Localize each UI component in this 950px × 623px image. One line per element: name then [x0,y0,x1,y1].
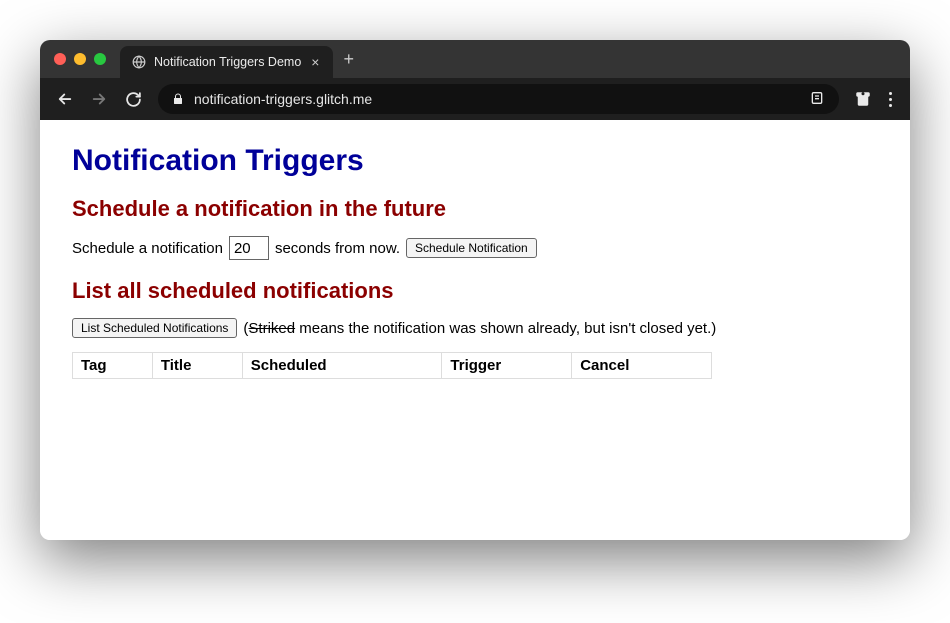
page-content: Notification Triggers Schedule a notific… [40,120,910,540]
extension-icon[interactable] [849,85,877,113]
close-window-icon[interactable] [54,53,66,65]
col-title: Title [152,353,242,379]
browser-window: Notification Triggers Demo × + notificat… [40,40,910,540]
note: (Striked means the notification was show… [243,320,716,337]
page-title: Notification Triggers [72,144,878,178]
browser-menu-button[interactable] [881,92,900,107]
list-row: List Scheduled Notifications (Striked me… [72,318,878,338]
col-cancel: Cancel [572,353,712,379]
forward-button[interactable] [84,84,114,114]
schedule-suffix: seconds from now. [275,240,400,257]
schedule-notification-button[interactable]: Schedule Notification [406,238,537,258]
col-tag: Tag [73,353,153,379]
reader-mode-icon[interactable] [809,90,825,109]
lock-icon [172,93,184,105]
note-striked: Striked [248,320,295,337]
note-rest: means the notification was shown already… [295,320,716,337]
tab-title: Notification Triggers Demo [154,55,301,69]
schedule-prefix: Schedule a notification [72,240,223,257]
seconds-input[interactable] [229,236,269,260]
col-scheduled: Scheduled [242,353,442,379]
url-text: notification-triggers.glitch.me [194,91,799,107]
back-button[interactable] [50,84,80,114]
schedule-row: Schedule a notification seconds from now… [72,236,878,260]
new-tab-button[interactable]: + [333,50,364,68]
notifications-table: Tag Title Scheduled Trigger Cancel [72,352,712,379]
address-bar[interactable]: notification-triggers.glitch.me [158,84,839,114]
reload-button[interactable] [118,84,148,114]
maximize-window-icon[interactable] [94,53,106,65]
list-notifications-button[interactable]: List Scheduled Notifications [72,318,237,338]
titlebar: Notification Triggers Demo × + [40,40,910,78]
minimize-window-icon[interactable] [74,53,86,65]
browser-tab[interactable]: Notification Triggers Demo × [120,46,333,78]
close-tab-icon[interactable]: × [309,55,321,69]
section-heading-schedule: Schedule a notification in the future [72,196,878,222]
col-trigger: Trigger [442,353,572,379]
globe-icon [132,55,146,69]
section-heading-list: List all scheduled notifications [72,278,878,304]
window-controls [54,53,106,65]
table-header-row: Tag Title Scheduled Trigger Cancel [73,353,712,379]
toolbar: notification-triggers.glitch.me [40,78,910,120]
